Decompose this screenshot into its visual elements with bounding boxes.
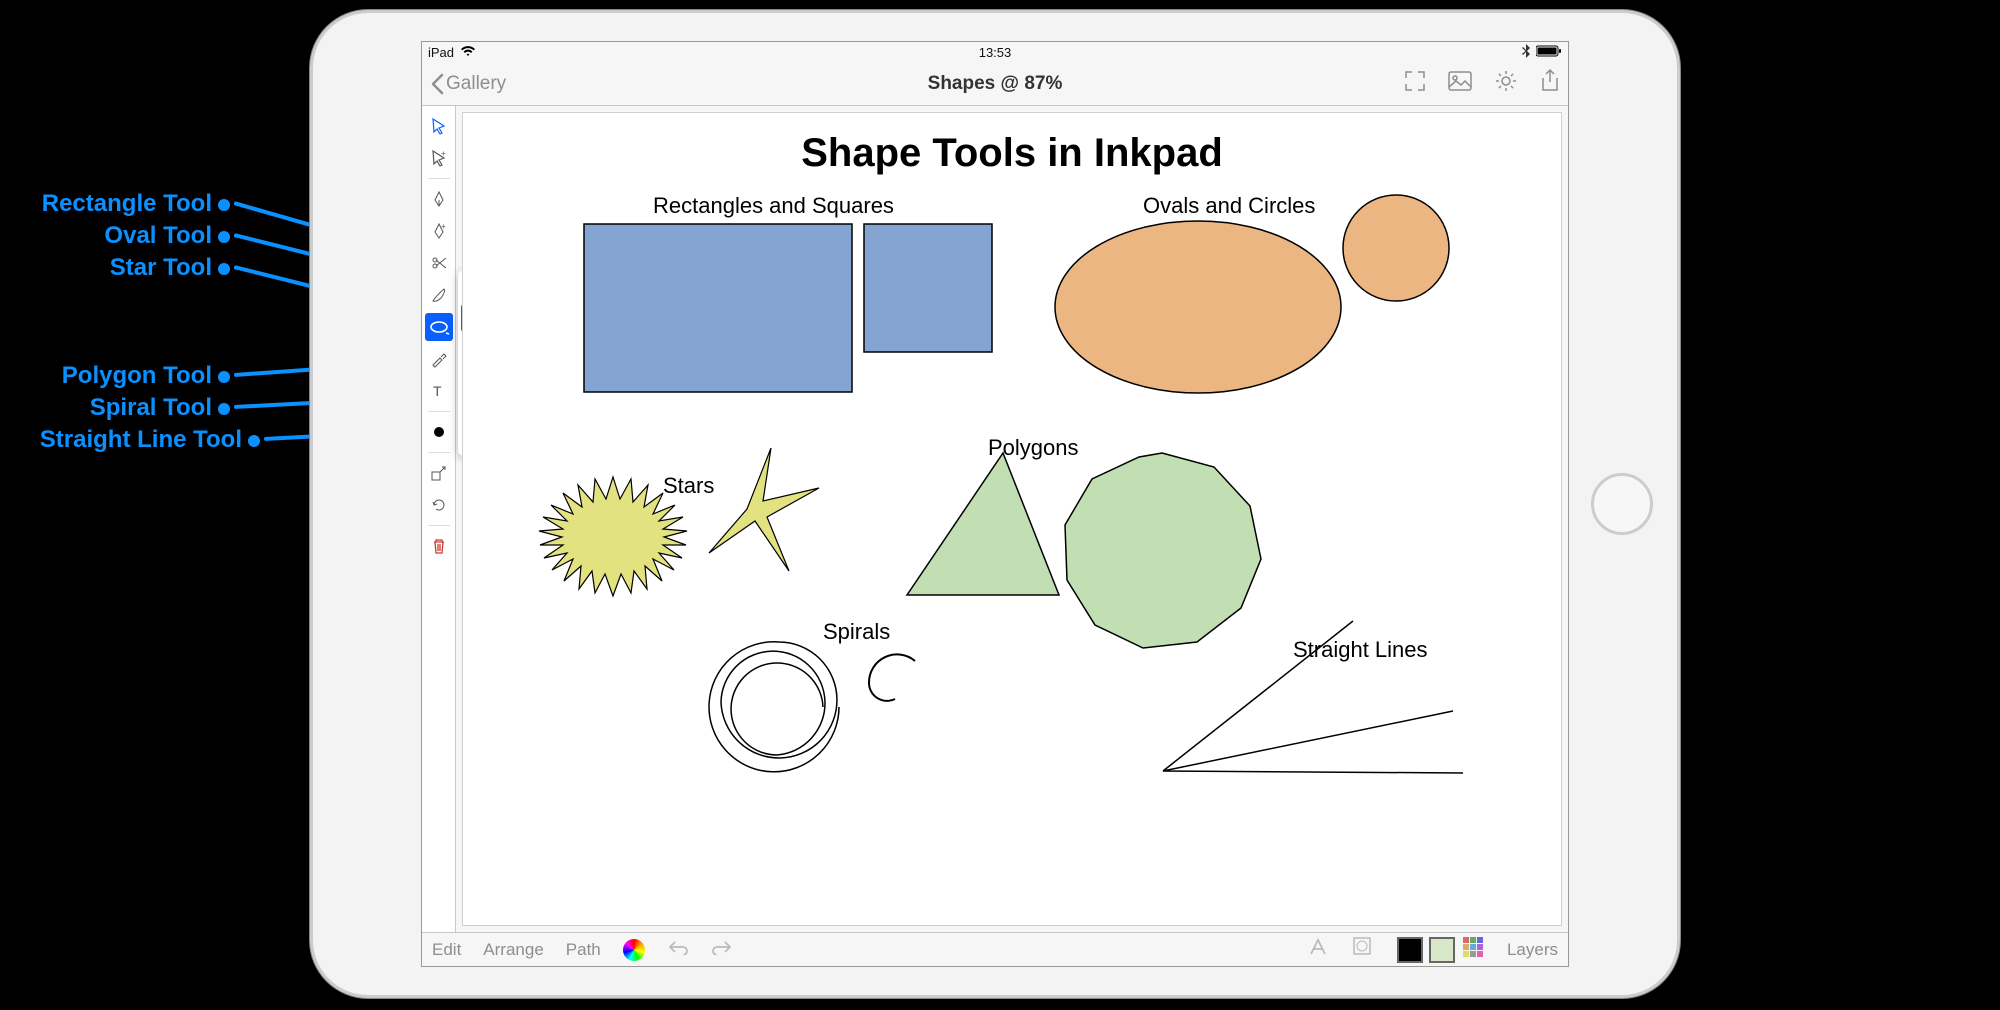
divider [428, 411, 450, 412]
polygon-shape-1 [903, 449, 1063, 599]
ios-statusbar: iPad 13:53 [422, 42, 1568, 62]
shadow-icon[interactable] [1351, 935, 1375, 964]
svg-text:T: T [433, 383, 442, 399]
brush-tool[interactable] [425, 281, 453, 309]
divider [428, 525, 450, 526]
redo-icon[interactable] [711, 939, 733, 960]
stroke-swatch[interactable] [1397, 937, 1423, 963]
screen: iPad 13:53 Gallery Shapes @ 87% [421, 41, 1569, 967]
scale-tool[interactable] [425, 459, 453, 487]
scissors-tool[interactable] [425, 249, 453, 277]
fill-swatch[interactable] [1429, 937, 1455, 963]
tool-rail: + + T [422, 106, 456, 932]
callout-spiral: Spiral Tool [0, 394, 230, 422]
shape-tool[interactable] [425, 313, 453, 341]
carrier-label: iPad [428, 45, 454, 60]
callout-star: Star Tool [0, 254, 230, 282]
oval-shape-1 [1053, 217, 1343, 397]
hand-tool[interactable] [425, 418, 453, 446]
image-icon[interactable] [1448, 71, 1472, 96]
path-menu[interactable]: Path [566, 940, 601, 960]
navbar: Gallery Shapes @ 87% [422, 62, 1568, 106]
bottombar: Edit Arrange Path Layers [422, 932, 1568, 966]
back-button[interactable]: Gallery [430, 73, 506, 95]
direct-select-tool[interactable]: + [425, 144, 453, 172]
callout-polygon: Polygon Tool [0, 362, 230, 390]
text-style-icon[interactable] [1307, 936, 1329, 963]
divider [428, 452, 450, 453]
back-label: Gallery [446, 73, 506, 95]
rect-shape-2 [863, 223, 993, 353]
layers-menu[interactable]: Layers [1507, 940, 1558, 960]
pen-tool[interactable] [425, 185, 453, 213]
callout-rectangle: Rectangle Tool [0, 190, 230, 218]
color-wheel-icon[interactable] [623, 939, 645, 961]
arrange-menu[interactable]: Arrange [483, 940, 543, 960]
ipad-frame: iPad 13:53 Gallery Shapes @ 87% [310, 10, 1680, 998]
swatches-icon[interactable] [1461, 935, 1485, 964]
rect-shape-1 [583, 223, 853, 393]
star-shape-2 [701, 443, 821, 573]
label-rects: Rectangles and Squares [653, 193, 894, 219]
canvas[interactable]: Shape Tools in Inkpad Rectangles and Squ… [462, 112, 1562, 926]
callout-line: Straight Line Tool [0, 426, 260, 454]
callout-oval: Oval Tool [0, 222, 230, 250]
fullscreen-icon[interactable] [1404, 70, 1426, 97]
label-ovals: Ovals and Circles [1143, 193, 1315, 219]
text-tool[interactable]: T [425, 377, 453, 405]
svg-text:+: + [441, 149, 446, 158]
spiral-shape-2 [857, 643, 927, 713]
undo-icon[interactable] [667, 939, 689, 960]
trash-tool[interactable] [425, 532, 453, 560]
select-tool[interactable] [425, 112, 453, 140]
divider [428, 178, 450, 179]
spiral-shape-1 [689, 617, 859, 787]
star-shape-1 [523, 463, 703, 643]
home-button[interactable] [1591, 473, 1653, 535]
share-icon[interactable] [1540, 68, 1560, 99]
wifi-icon [460, 45, 476, 60]
battery-icon [1536, 45, 1562, 60]
rotate-tool[interactable] [425, 491, 453, 519]
svg-text:+: + [441, 222, 446, 231]
clock: 13:53 [979, 45, 1012, 60]
gear-icon[interactable] [1494, 69, 1518, 98]
document-title: Shapes @ 87% [928, 73, 1063, 95]
edit-menu[interactable]: Edit [432, 940, 461, 960]
eyedropper-tool[interactable] [425, 345, 453, 373]
canvas-title: Shape Tools in Inkpad [463, 131, 1561, 176]
add-anchor-tool[interactable]: + [425, 217, 453, 245]
line-shape-1 [1153, 611, 1473, 781]
oval-shape-2 [1341, 193, 1451, 303]
bluetooth-icon [1522, 44, 1530, 61]
